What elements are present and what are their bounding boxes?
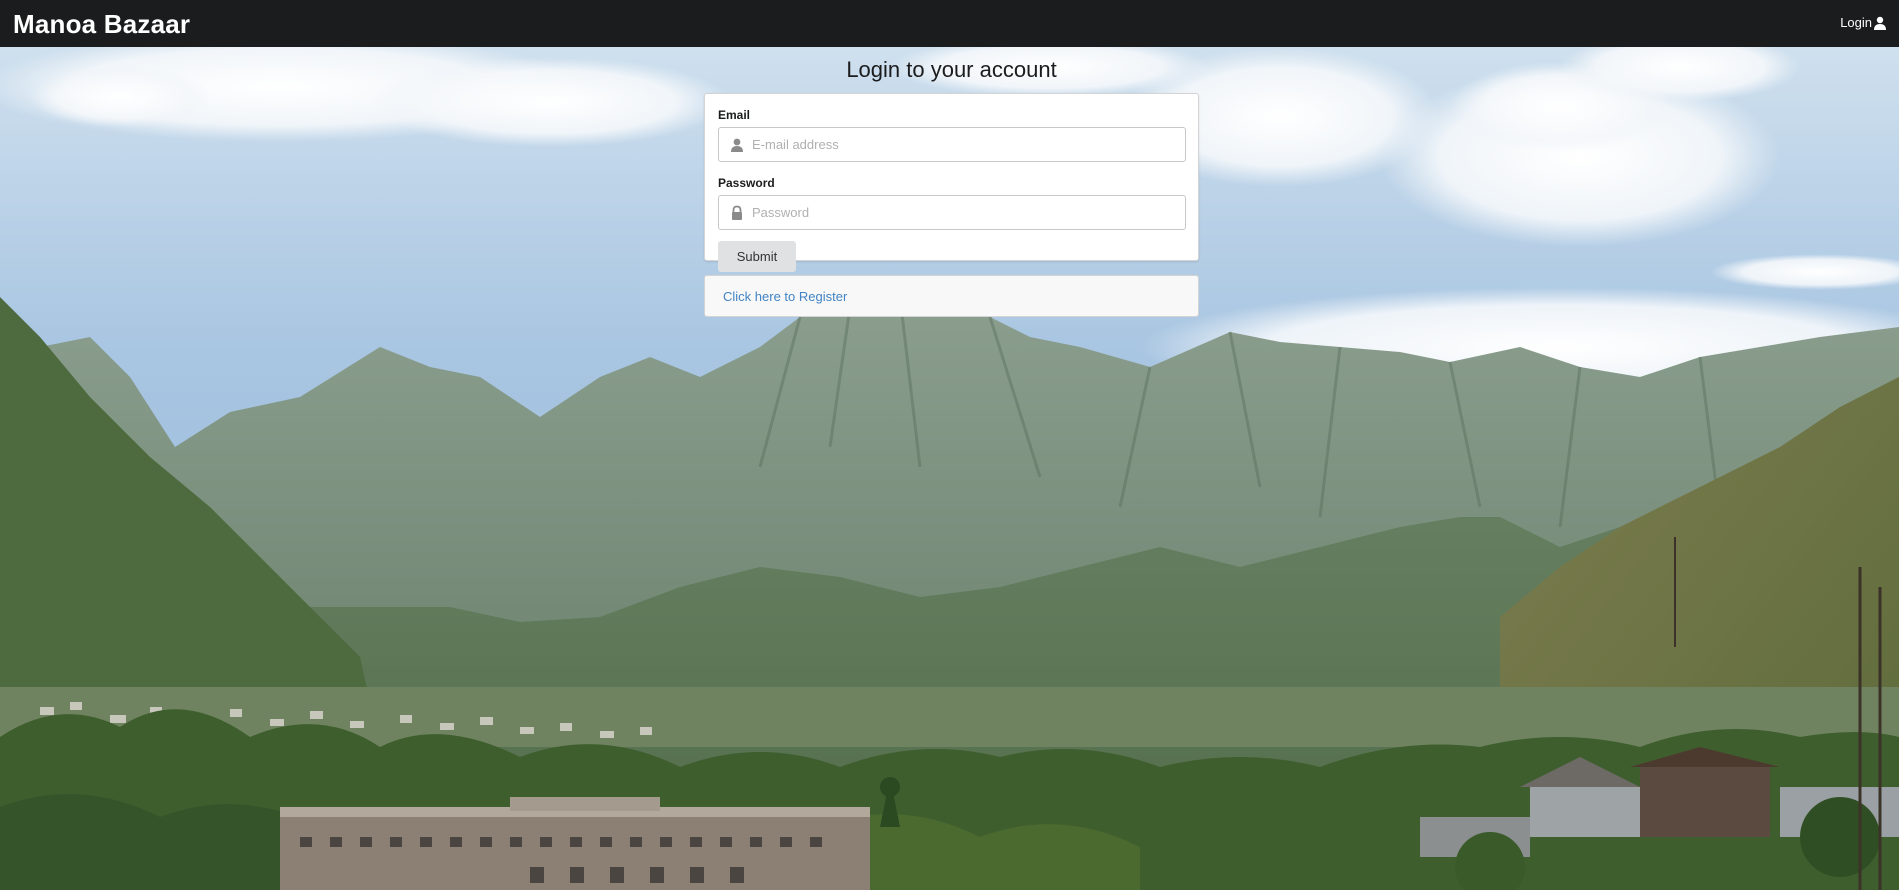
- page-title: Login to your account: [846, 57, 1057, 82]
- password-field-wrapper: [718, 195, 1186, 230]
- password-label: Password: [718, 176, 775, 190]
- login-form: Email Password Submit: [704, 93, 1199, 272]
- page: Manoa Bazaar Login Login to your account…: [0, 0, 1899, 890]
- email-label: Email: [718, 108, 751, 122]
- user-icon: [731, 138, 743, 152]
- email-field-wrapper: [718, 127, 1186, 162]
- brand-logo-text[interactable]: Manoa Bazaar: [13, 9, 190, 39]
- email-input[interactable]: [752, 128, 1172, 161]
- login-nav-label[interactable]: Login: [1840, 14, 1872, 32]
- lock-icon: [732, 205, 742, 220]
- login-nav-item[interactable]: Login: [1840, 14, 1887, 32]
- submit-button[interactable]: Submit: [718, 241, 796, 272]
- register-link[interactable]: Click here to Register: [723, 289, 847, 304]
- login-container: Login to your account Email Password Sub…: [704, 47, 1199, 317]
- user-icon: [1874, 16, 1886, 30]
- register-message: Click here to Register: [704, 275, 1199, 317]
- top-navbar: Manoa Bazaar Login: [0, 0, 1899, 47]
- password-input[interactable]: [752, 196, 1172, 229]
